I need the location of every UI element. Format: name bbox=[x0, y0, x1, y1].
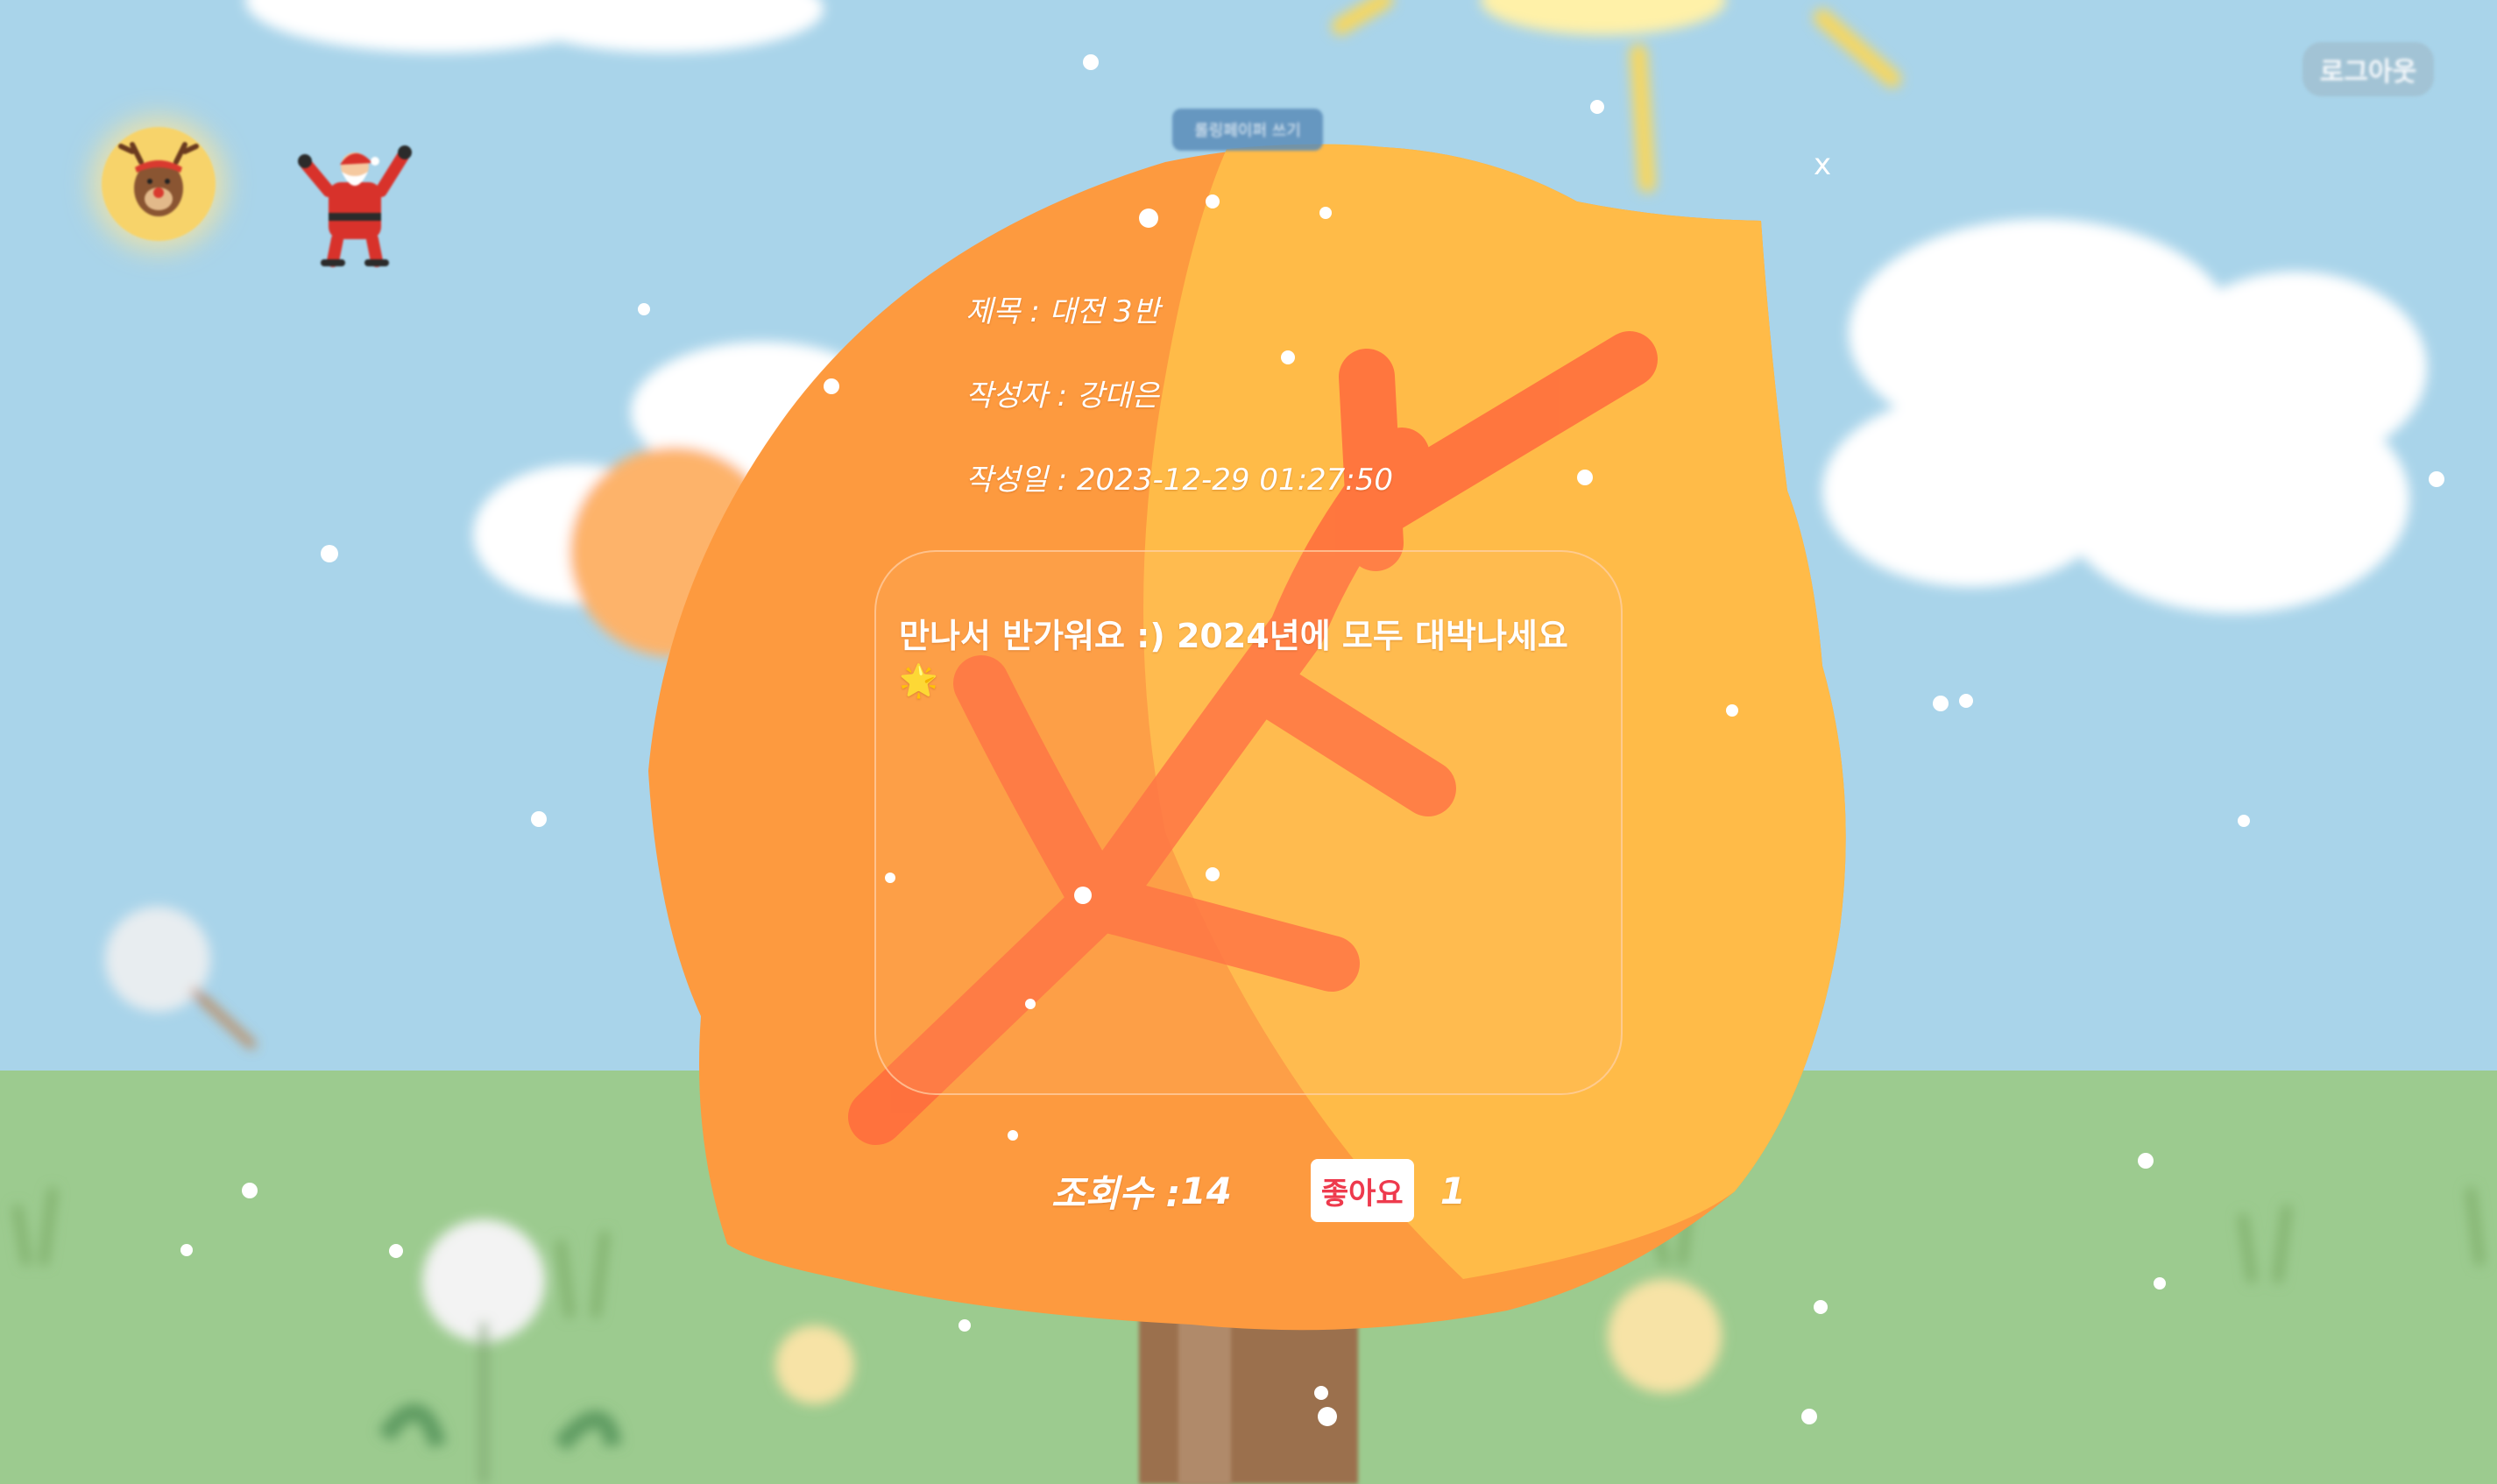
post-title-row: 제목 : 대전 3반 bbox=[966, 287, 1160, 330]
close-icon[interactable]: x bbox=[1808, 147, 1836, 182]
snowflake bbox=[1206, 194, 1220, 208]
santa-icon[interactable] bbox=[289, 130, 421, 270]
snowflake bbox=[1139, 208, 1158, 228]
snowflake bbox=[638, 303, 650, 315]
snowflake bbox=[1314, 1386, 1328, 1400]
snowflake bbox=[180, 1244, 193, 1256]
snowflake bbox=[958, 1319, 971, 1332]
snowflake bbox=[1319, 207, 1332, 219]
like-count: 1 bbox=[1439, 1169, 1467, 1212]
snowflake bbox=[531, 811, 547, 827]
snowflake bbox=[1206, 867, 1220, 881]
snowflake bbox=[1801, 1409, 1817, 1424]
post-author-row: 작성자 : 강대은 bbox=[966, 371, 1159, 414]
snowflake bbox=[321, 545, 338, 562]
date-value: 2023-12-29 01:27:50 bbox=[1076, 463, 1394, 498]
reindeer-avatar-icon[interactable] bbox=[102, 127, 216, 241]
snowflake bbox=[1281, 350, 1295, 364]
snowflake bbox=[885, 873, 895, 883]
write-rolling-paper-button[interactable]: 롤링페이퍼 쓰기 bbox=[1172, 109, 1323, 151]
snowflake bbox=[1726, 704, 1738, 717]
snowflake bbox=[1590, 100, 1604, 114]
views-value: 14 bbox=[1180, 1169, 1232, 1212]
post-content-text: 만나서 반가워요 :) 2024년에 모두 대박나세요 bbox=[899, 617, 1568, 655]
snowflake bbox=[1577, 470, 1593, 485]
star-emoji-icon: 🌟 bbox=[899, 663, 938, 699]
snowflake bbox=[2154, 1277, 2166, 1290]
post-footer: 조회수 : 14 좋아요 1 bbox=[1051, 1158, 1466, 1223]
like-button[interactable]: 좋아요 bbox=[1310, 1159, 1414, 1222]
snowflake bbox=[2429, 471, 2444, 487]
author-value: 강대은 bbox=[1076, 378, 1159, 413]
author-label: 작성자 : bbox=[966, 378, 1077, 413]
snowflake bbox=[2138, 1153, 2154, 1169]
santa-figure-icon bbox=[298, 145, 412, 267]
snowflake bbox=[242, 1183, 258, 1198]
snowflake bbox=[1814, 1300, 1828, 1314]
post-content-box: 만나서 반가워요 :) 2024년에 모두 대박나세요 🌟 bbox=[874, 550, 1623, 1095]
snowflake bbox=[824, 378, 839, 394]
post-date-row: 작성일 : 2023-12-29 01:27:50 bbox=[966, 456, 1393, 498]
snowflake bbox=[1318, 1407, 1337, 1426]
views-label: 조회수 : bbox=[1051, 1171, 1181, 1215]
snowflake bbox=[2238, 815, 2250, 827]
logout-button[interactable]: 로그아웃 bbox=[2302, 42, 2434, 96]
title-label: 제목 : bbox=[966, 294, 1050, 329]
snowflake bbox=[1074, 887, 1092, 904]
snowflake bbox=[1933, 696, 1949, 711]
snowflake bbox=[1025, 999, 1036, 1009]
snowflake bbox=[1083, 54, 1099, 70]
snowflake bbox=[1008, 1130, 1018, 1141]
snowflake bbox=[389, 1244, 403, 1258]
reindeer-face-icon bbox=[118, 142, 199, 216]
date-label: 작성일 : bbox=[966, 463, 1077, 498]
snowflake bbox=[1959, 694, 1973, 708]
title-value: 대전 3반 bbox=[1049, 294, 1160, 329]
